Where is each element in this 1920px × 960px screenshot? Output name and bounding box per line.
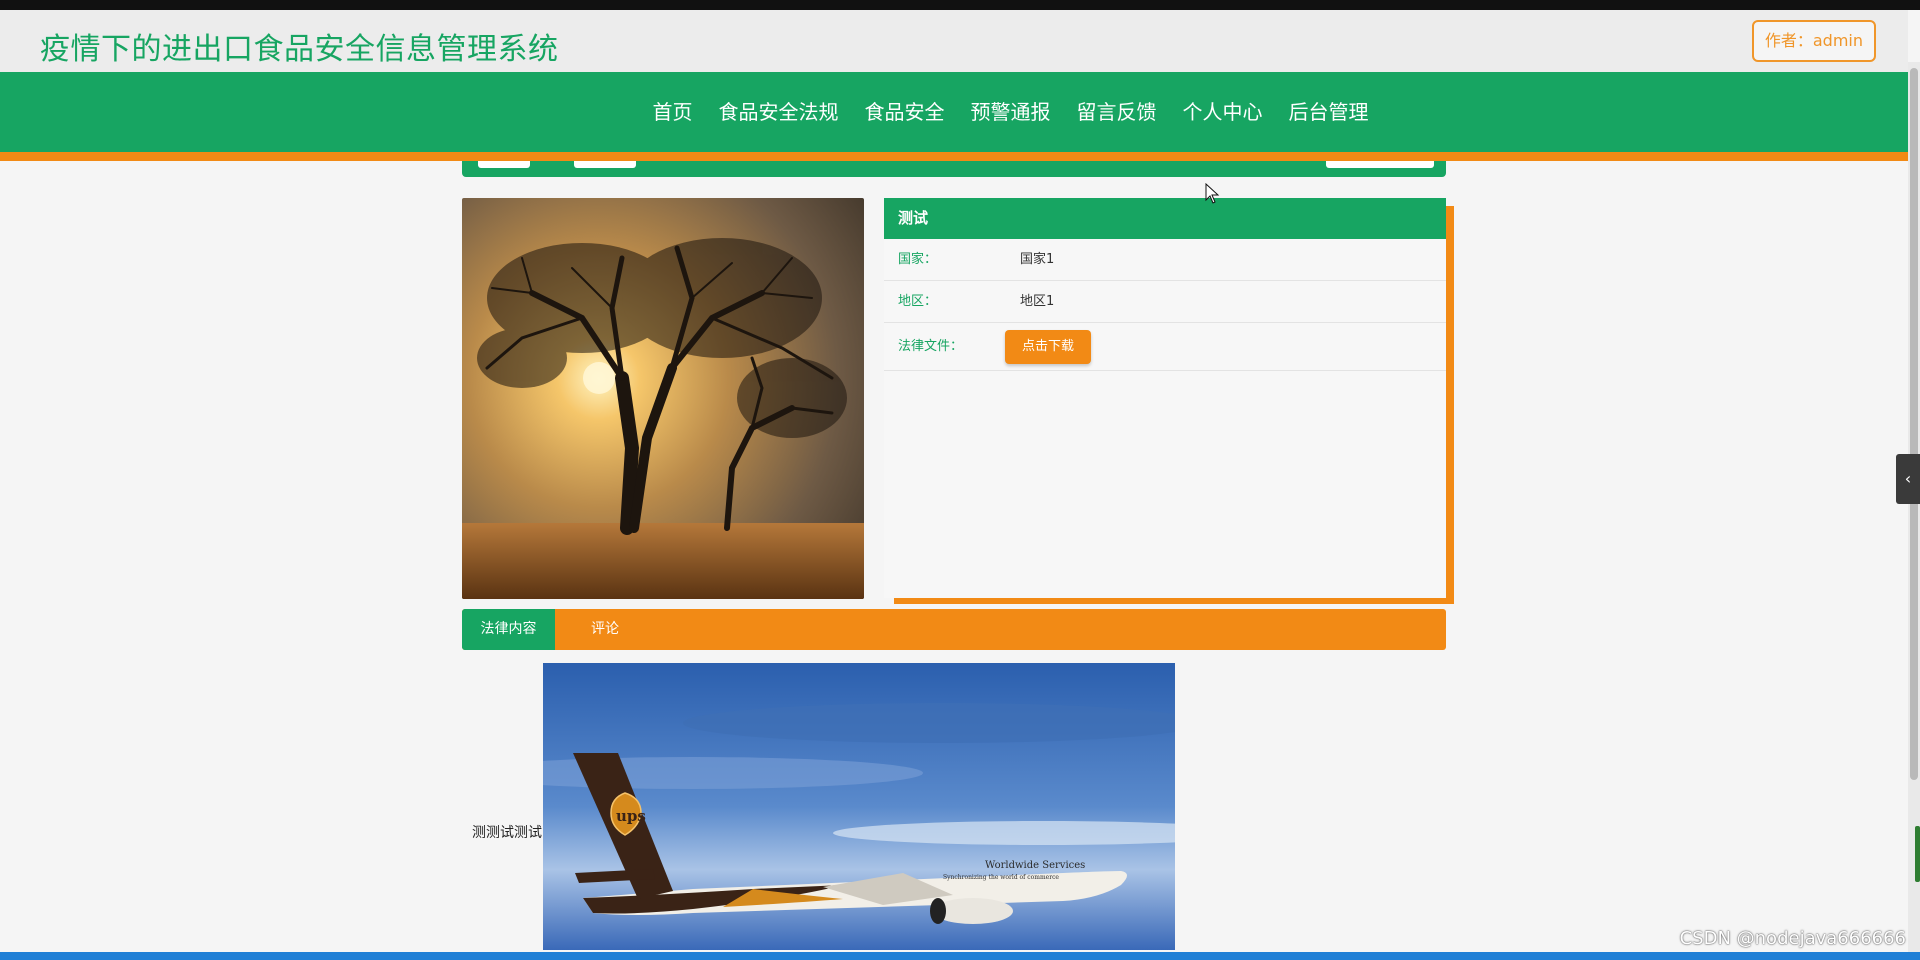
info-panel-accent-bottom	[894, 598, 1454, 604]
side-widget-handle[interactable]	[1915, 826, 1920, 882]
watermark: CSDN @nodejava666666	[1679, 928, 1906, 949]
nav-item-food-safety[interactable]: 食品安全	[865, 96, 945, 125]
region-label: 地区：	[898, 294, 938, 309]
main-nav: 首页 食品安全法规 食品安全 预警通报 留言反馈 个人中心 后台管理	[0, 72, 1908, 152]
nav-item-personal-center[interactable]: 个人中心	[1183, 96, 1263, 125]
author-button[interactable]: 作者：admin	[1751, 20, 1876, 62]
plane-logo-text: ups	[616, 807, 646, 825]
tab-comments[interactable]: 评论	[555, 609, 655, 650]
nav-item-feedback[interactable]: 留言反馈	[1077, 96, 1157, 125]
plane-text-services: Worldwide Services	[985, 860, 1085, 871]
download-button[interactable]: 点击下载	[1005, 330, 1091, 364]
plane-text-tagline: Synchronizing the world of commerce	[943, 874, 1059, 881]
window-top-frame	[0, 0, 1920, 10]
law-content-text: 测测试测试	[472, 825, 542, 841]
country-value: 国家1	[1020, 252, 1055, 267]
region-value: 地区1	[1020, 294, 1055, 309]
breadcrumb-bar	[462, 161, 1446, 177]
search-chip[interactable]	[1326, 161, 1434, 168]
law-content-image: ups Worldwide Services Synchronizing the…	[543, 663, 1175, 950]
nav-item-food-safety-regulations[interactable]: 食品安全法规	[719, 96, 839, 125]
site-header: 疫情下的进出口食品安全信息管理系统 作者：admin	[0, 10, 1908, 72]
content-tabs: 法律内容 评论	[462, 609, 1446, 650]
detail-info-panel: 测试 国家： 国家1 地区： 地区1 法律文件： 点击下载	[884, 198, 1446, 598]
mouse-cursor-icon	[1205, 183, 1220, 204]
taskbar-strip	[0, 952, 1920, 960]
nav-item-admin[interactable]: 后台管理	[1289, 96, 1369, 125]
nav-item-home[interactable]: 首页	[653, 96, 693, 125]
site-title: 疫情下的进出口食品安全信息管理系统	[40, 32, 559, 67]
breadcrumb-chip[interactable]	[574, 161, 636, 168]
tab-law-content[interactable]: 法律内容	[462, 609, 555, 650]
info-row-country: 国家： 国家1	[884, 239, 1446, 281]
page-scrollbar-thumb[interactable]	[1910, 68, 1918, 780]
country-label: 国家：	[898, 252, 938, 267]
info-row-region: 地区： 地区1	[884, 281, 1446, 323]
breadcrumb-chip[interactable]	[478, 161, 530, 168]
detail-cover-image	[462, 198, 864, 599]
nav-accent-stripe	[0, 152, 1908, 161]
chevron-left-icon[interactable]: ‹	[1896, 454, 1920, 504]
file-label: 法律文件：	[898, 339, 964, 354]
nav-item-warning-notices[interactable]: 预警通报	[971, 96, 1051, 125]
detail-title: 测试	[884, 198, 1446, 239]
info-row-file: 法律文件： 点击下载	[884, 323, 1446, 371]
